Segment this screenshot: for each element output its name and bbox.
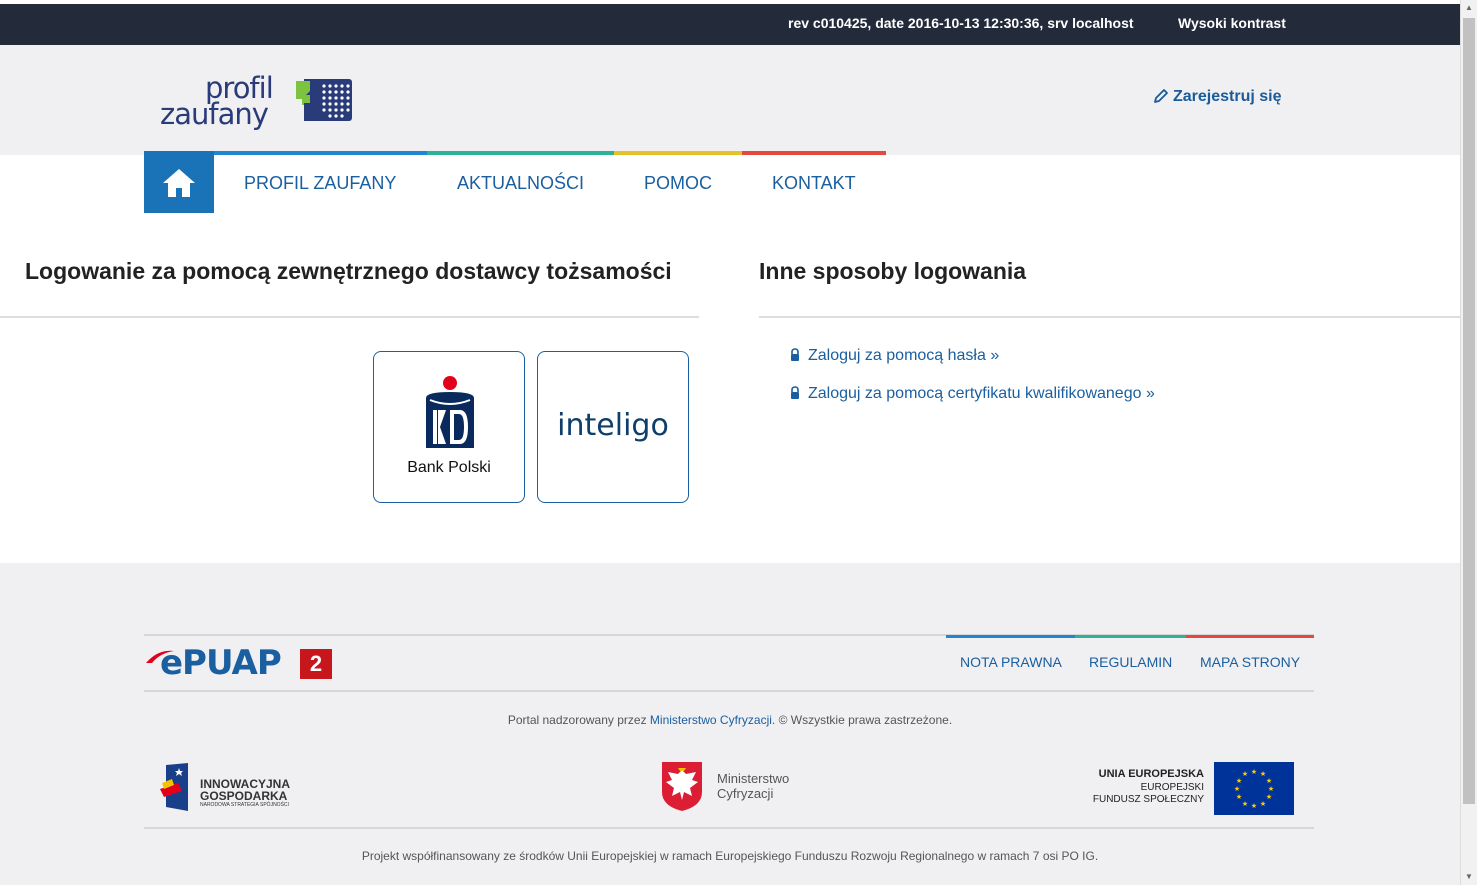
footer-color-bar-1 <box>946 635 1075 638</box>
site-header: profil zaufany Zarejestruj się <box>0 45 1460 155</box>
logo-text-zaufany: zaufany <box>160 97 269 131</box>
logo-face-icon <box>296 79 352 121</box>
copyright-text: Portal nadzorowany przez Ministerstwo Cy… <box>0 713 1460 727</box>
login-password-label: Zaloguj za pomocą hasła » <box>808 347 1000 364</box>
project-cofinancing-note: Projekt współfinansowany ze środków Unii… <box>361 849 1099 863</box>
svg-text:★: ★ <box>1236 777 1242 785</box>
scroll-down-arrow-icon[interactable]: ▼ <box>1461 869 1477 885</box>
svg-text:★: ★ <box>1242 800 1248 808</box>
eu-social-fund-logo: UNIA EUROPEJSKA EUROPEJSKI FUNDUSZ SPOŁE… <box>1080 762 1294 816</box>
copyright-prefix: Portal nadzorowany przez <box>507 713 650 727</box>
eu-flag-icon: ★ ★★★ ★★★★ ★★★★ <box>1214 762 1294 815</box>
register-link[interactable]: Zarejestruj się <box>1153 88 1282 106</box>
svg-text:★: ★ <box>1234 785 1240 793</box>
external-login-heading: Logowanie za pomocą zewnętrznego dostawc… <box>25 258 672 284</box>
footer-color-bar-2 <box>1075 635 1186 638</box>
svg-text:★: ★ <box>1266 777 1272 785</box>
pko-logo-icon <box>426 376 474 448</box>
eu-line2: EUROPEJSKI <box>1140 782 1204 793</box>
lock-icon <box>791 386 799 399</box>
other-login-heading: Inne sposoby logowania <box>759 258 1027 284</box>
revision-info: rev c010425, date 2016-10-13 12:30:36, s… <box>788 15 1134 31</box>
svg-text:★: ★ <box>1242 770 1248 778</box>
copyright-suffix: . © Wszystkie prawa zastrzeżone. <box>771 713 953 727</box>
eu-line1: UNIA EUROPEJSKA <box>1098 768 1204 780</box>
mc-line1: Ministerstwo <box>717 771 790 786</box>
nav-color-bar-2 <box>427 151 614 155</box>
svg-text:★: ★ <box>1266 793 1272 801</box>
nav-item-profil-zaufany[interactable]: PROFIL ZAUFANY <box>244 173 396 194</box>
nav-item-pomoc[interactable]: POMOC <box>644 173 712 194</box>
ministry-link[interactable]: Ministerstwo Cyfryzacji <box>650 713 772 727</box>
site-footer: ePUAP 2 NOTA PRAWNA REGULAMIN MAPA STRON… <box>0 563 1460 885</box>
scrollbar-thumb[interactable] <box>1463 18 1475 804</box>
login-certificate-label: Zaloguj za pomocą certyfikatu kwalifikow… <box>808 385 1155 402</box>
svg-text:★: ★ <box>1236 793 1242 801</box>
divider-left <box>0 316 699 318</box>
high-contrast-link[interactable]: Wysoki kontrast <box>1178 15 1286 31</box>
home-button[interactable] <box>144 151 214 213</box>
provider-inteligo-button[interactable]: inteligo <box>537 351 689 503</box>
nav-item-aktualnosci[interactable]: AKTUALNOŚCI <box>457 173 584 194</box>
footer-middle-divider <box>144 690 1314 692</box>
mc-line2: Cyfryzacji <box>717 786 774 801</box>
svg-text:★: ★ <box>1251 768 1257 776</box>
profil-zaufany-logo[interactable]: profil zaufany <box>160 71 360 135</box>
login-password-link[interactable]: Zaloguj za pomocą hasła » <box>790 347 999 365</box>
innowacyjna-gospodarka-logo: INNOWACYJNA GOSPODARKA NARODOWA STRATEGI… <box>160 763 320 813</box>
home-icon <box>163 169 195 197</box>
ig-line2: GOSPODARKA <box>200 789 288 803</box>
vertical-scrollbar[interactable]: ▲ ▼ <box>1460 0 1477 885</box>
svg-text:★: ★ <box>1268 785 1274 793</box>
svg-text:★: ★ <box>1251 802 1257 810</box>
footer-bottom-divider <box>144 827 1314 829</box>
divider-right <box>759 316 1460 318</box>
provider-inteligo-label: inteligo <box>557 408 669 443</box>
ministerstwo-cyfryzacji-logo: Ministerstwo Cyfryzacji <box>660 760 820 812</box>
nav-color-bar-4 <box>742 151 886 155</box>
nav-color-bar-1 <box>214 151 427 155</box>
scroll-up-arrow-icon[interactable]: ▲ <box>1461 0 1477 16</box>
lock-icon <box>791 348 799 361</box>
nav-color-bar-3 <box>614 151 742 155</box>
svg-text:★: ★ <box>1260 800 1266 808</box>
polish-eagle-emblem-icon <box>662 762 702 811</box>
eu-line3: FUNDUSZ SPOŁECZNY <box>1092 794 1204 805</box>
footer-link-nota-prawna[interactable]: NOTA PRAWNA <box>960 654 1062 670</box>
footer-color-bar-3 <box>1186 635 1314 638</box>
top-bar: rev c010425, date 2016-10-13 12:30:36, s… <box>0 4 1460 45</box>
nav-item-kontakt[interactable]: KONTAKT <box>772 173 856 194</box>
epuap-logo[interactable]: ePUAP 2 <box>144 643 334 683</box>
epuap-version-badge: 2 <box>300 649 332 679</box>
provider-pko-label: Bank Polski <box>407 459 491 476</box>
innowacyjna-gospodarka-emblem-icon <box>160 763 188 811</box>
login-certificate-link[interactable]: Zaloguj za pomocą certyfikatu kwalifikow… <box>790 385 1155 403</box>
pencil-icon <box>1154 89 1168 103</box>
provider-pko-button[interactable]: Bank Polski <box>373 351 525 503</box>
register-label: Zarejestruj się <box>1173 88 1282 105</box>
epuap-logo-text: ePUAP <box>160 643 282 683</box>
footer-link-regulamin[interactable]: REGULAMIN <box>1089 654 1172 670</box>
footer-link-mapa-strony[interactable]: MAPA STRONY <box>1200 654 1300 670</box>
ig-line3: NARODOWA STRATEGIA SPÓJNOŚCI <box>200 802 289 808</box>
